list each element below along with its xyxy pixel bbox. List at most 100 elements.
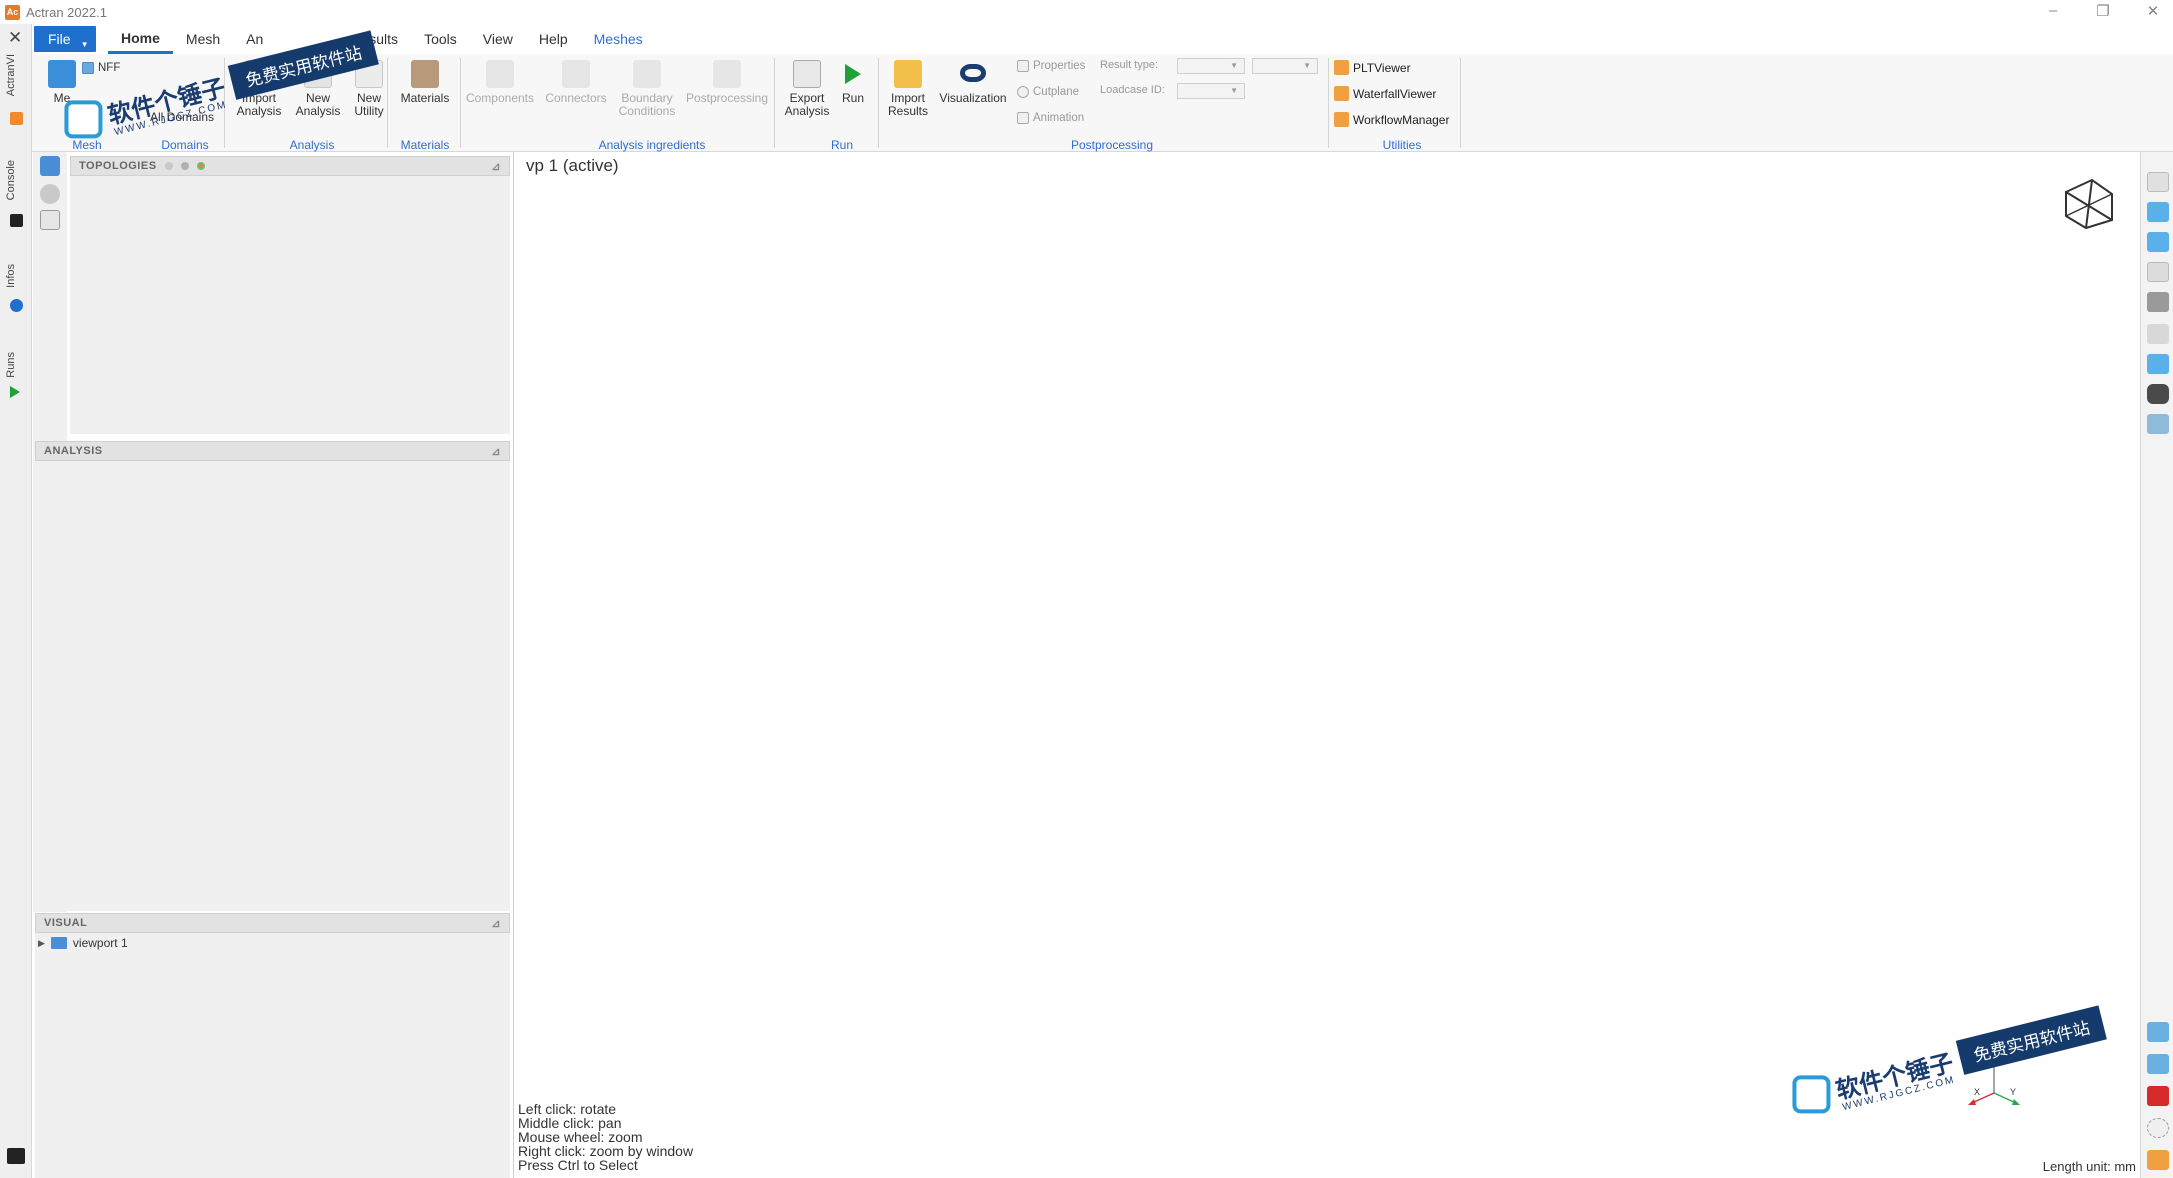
terminal-icon[interactable] [7, 1148, 25, 1164]
import-results-label-2: Results [887, 104, 928, 118]
actran-window: Ac Actran 2022.1 – ❐ ✕ ✕ ActranVI Consol… [0, 0, 2173, 1178]
window-icon[interactable] [40, 210, 60, 230]
run-play-icon [10, 386, 20, 398]
tab-mesh[interactable]: Mesh [173, 24, 233, 54]
waterfallviewer-button[interactable]: WaterfallViewer [1334, 86, 1436, 101]
import-analysis-label-2: Analysis [236, 104, 282, 118]
viewport-1-label: viewport 1 [72, 936, 128, 950]
orange-tool-icon[interactable] [2147, 1150, 2169, 1170]
display-icon[interactable] [2147, 262, 2169, 282]
boundary-conditions-button[interactable]: Boundary Conditions [614, 60, 680, 118]
connectors-button[interactable]: Connectors [540, 60, 612, 105]
close-panel-icon[interactable]: ✕ [8, 28, 22, 48]
group-label-analysis-ingredients: Analysis ingredients [598, 138, 706, 152]
tab-help[interactable]: Help [526, 24, 581, 54]
animation-button[interactable]: Animation [1017, 112, 1084, 124]
workflowmanager-icon [1334, 112, 1349, 127]
topologies-panel-header[interactable]: TOPOLOGIES ⊿ [70, 156, 510, 176]
cutplane-button[interactable]: Cutplane [1017, 86, 1079, 98]
pin-icon[interactable]: ⊿ [491, 917, 501, 930]
topology-tool-icon[interactable] [40, 156, 60, 176]
info-icon [10, 299, 23, 312]
3d-viewport[interactable]: vp 1 (active) X Y Left click: rotate Mid… [513, 152, 2140, 1178]
tab-view[interactable]: View [470, 24, 526, 54]
postprocessing-button[interactable]: Postprocessing [684, 60, 770, 105]
title-bar: Ac Actran 2022.1 – ❐ ✕ [0, 0, 2173, 24]
result-type-select[interactable]: ▼ [1177, 58, 1245, 74]
length-unit-readout: Length unit: mm [2042, 1159, 2136, 1174]
result-type-label: Result type: [1100, 59, 1159, 71]
tree-item-viewport-1[interactable]: ▶ viewport 1 [38, 936, 128, 950]
camera-icon[interactable] [2147, 292, 2169, 312]
group-separator [460, 58, 461, 148]
file-menu-button[interactable]: File ▼ [34, 26, 96, 52]
screen-icon[interactable] [2147, 172, 2169, 192]
components-button[interactable]: Components [464, 60, 536, 105]
image-export-icon[interactable] [2147, 354, 2169, 374]
animation-label: Animation [1033, 112, 1085, 124]
snapshot-camera-icon[interactable] [2147, 384, 2169, 404]
result-type-secondary-select[interactable]: ▼ [1252, 58, 1318, 74]
import-results-button[interactable]: Import Results [882, 60, 934, 118]
group-label-analysis: Analysis [289, 138, 335, 152]
analysis-panel-header[interactable]: ANALYSIS ⊿ [35, 441, 510, 461]
view-settings-icon[interactable] [2147, 232, 2169, 252]
new-analysis-label-2: Analysis [295, 104, 341, 118]
actranvi-icon [10, 112, 23, 125]
filter-dot-icon[interactable] [164, 162, 173, 170]
filter-dot-icon[interactable] [180, 162, 189, 170]
add-view-icon[interactable] [2147, 202, 2169, 222]
right-view-toolbar [2140, 152, 2173, 1178]
visualization-button[interactable]: Visualization [936, 60, 1010, 105]
close-window-button[interactable]: ✕ [2143, 2, 2163, 20]
loadcase-id-select[interactable]: ▼ [1177, 83, 1245, 99]
video-camera-icon[interactable] [2147, 414, 2169, 434]
watermark-logo [64, 100, 103, 139]
zoom-icon[interactable] [2147, 1054, 2169, 1074]
export-analysis-button[interactable]: Export Analysis [778, 60, 836, 118]
workflowmanager-label: WorkflowManager [1353, 112, 1450, 127]
expand-arrow-icon[interactable]: ▶ [38, 938, 45, 949]
waterfallviewer-label: WaterfallViewer [1353, 86, 1437, 101]
pin-icon[interactable]: ⊿ [491, 445, 501, 458]
run-label: Run [841, 91, 864, 105]
loadcase-id-label: Loadcase ID: [1100, 84, 1165, 96]
tab-actranvi[interactable]: ActranVI [5, 54, 17, 96]
group-label-domains: Domains [161, 138, 209, 152]
chevron-down-icon: ▼ [80, 39, 89, 49]
export-analysis-label-2: Analysis [784, 104, 830, 118]
properties-button[interactable]: Properties [1017, 60, 1085, 72]
restore-button[interactable]: ❐ [2093, 2, 2113, 20]
shield-icon[interactable] [40, 184, 60, 204]
tab-meshes[interactable]: Meshes [581, 24, 656, 54]
tab-runs[interactable]: Runs [5, 352, 17, 378]
materials-button[interactable]: Materials [392, 60, 458, 105]
minimize-button[interactable]: – [2043, 2, 2063, 20]
cutplane-label: Cutplane [1033, 86, 1080, 98]
red-cube-icon[interactable] [2147, 1086, 2169, 1106]
hint-pan: Middle click: pan [518, 1115, 622, 1131]
zoom-fit-icon[interactable] [2147, 1022, 2169, 1042]
select-cursor-icon[interactable] [2147, 1118, 2169, 1138]
materials-label: Materials [400, 91, 450, 105]
animation-film-icon [1017, 112, 1029, 124]
hint-rotate: Left click: rotate [518, 1101, 617, 1117]
run-button[interactable]: Run [838, 60, 868, 105]
pin-icon[interactable]: ⊿ [491, 160, 501, 173]
visual-panel-header[interactable]: VISUAL ⊿ [35, 913, 510, 933]
pltviewer-button[interactable]: PLTViewer [1334, 60, 1411, 75]
tab-analysis-partial[interactable]: An [233, 24, 276, 54]
color-wheel-icon[interactable] [196, 162, 205, 170]
actran-app-icon: Ac [5, 4, 20, 20]
rotate-icon[interactable] [2147, 324, 2169, 344]
nff-icon [82, 62, 94, 74]
nff-button[interactable]: NFF [82, 62, 120, 74]
workflowmanager-button[interactable]: WorkflowManager [1334, 112, 1449, 127]
group-separator [387, 58, 388, 148]
tab-tools[interactable]: Tools [411, 24, 470, 54]
tab-infos[interactable]: Infos [5, 264, 17, 288]
mesh-button[interactable]: Me [42, 60, 82, 105]
tab-home[interactable]: Home [108, 24, 173, 54]
tab-console[interactable]: Console [5, 160, 17, 200]
view-cube-icon[interactable] [2062, 176, 2116, 230]
